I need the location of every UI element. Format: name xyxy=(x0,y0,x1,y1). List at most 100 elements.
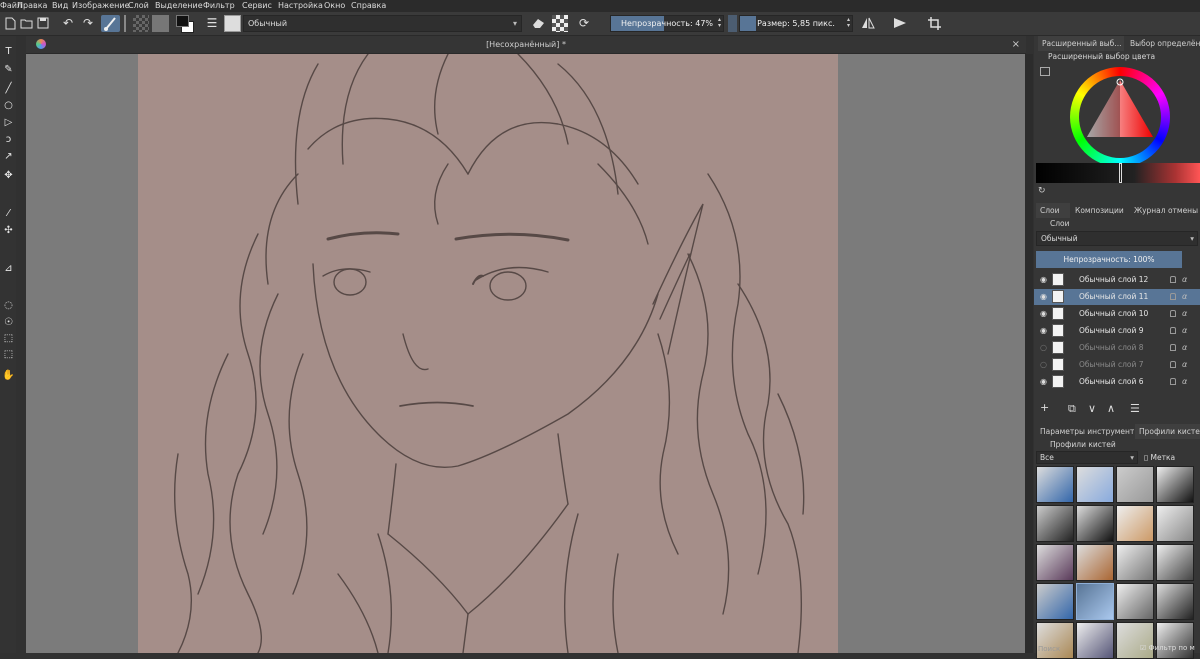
brush-preset-thumbnail[interactable] xyxy=(1156,505,1194,542)
fg-bg-color-icon[interactable] xyxy=(176,15,195,33)
opacity-lock-toggle[interactable] xyxy=(728,15,737,32)
freehand-path-icon[interactable]: ↗ xyxy=(2,150,15,164)
menu-image[interactable]: Изображение xyxy=(72,0,130,12)
alpha-inherit-icon[interactable]: α xyxy=(1182,306,1187,322)
measure-tool-icon[interactable]: ⊿ xyxy=(2,262,15,276)
calligraphy-tool-icon[interactable]: ✎ xyxy=(2,63,15,77)
lock-icon[interactable] xyxy=(1170,293,1176,300)
mirror-vertical-icon[interactable] xyxy=(892,15,908,31)
color-options-icon[interactable] xyxy=(1040,67,1050,76)
text-tool-icon[interactable]: T xyxy=(2,45,15,59)
layer-row[interactable]: ○ Обычный слой 7 α xyxy=(1034,357,1200,373)
brush-preset-thumbnail[interactable] xyxy=(1116,622,1154,659)
pan-hand-icon[interactable]: ✋ xyxy=(2,369,15,383)
brush-preset-thumbnail[interactable] xyxy=(1156,622,1194,659)
alpha-inherit-icon[interactable]: α xyxy=(1182,374,1187,390)
alpha-inherit-icon[interactable]: α xyxy=(1182,289,1187,305)
lock-icon[interactable] xyxy=(1170,276,1176,283)
tab-tool-options[interactable]: Параметры инструмента xyxy=(1036,424,1134,439)
brush-preset-thumbnail[interactable] xyxy=(1076,544,1114,581)
alpha-inherit-icon[interactable]: α xyxy=(1182,357,1187,373)
lock-icon[interactable] xyxy=(1170,361,1176,368)
open-folder-icon[interactable] xyxy=(18,15,34,31)
layer-row[interactable]: ◉ Обычный слой 11 α xyxy=(1034,289,1200,305)
color-history-bar[interactable] xyxy=(1036,163,1200,183)
brush-preset-thumbnail[interactable] xyxy=(1036,622,1074,659)
layer-opacity-slider[interactable]: Непрозрачность: 100% xyxy=(1036,251,1182,268)
menu-window[interactable]: Окно xyxy=(324,0,345,12)
gradient-swatch[interactable] xyxy=(133,15,149,32)
lock-icon[interactable] xyxy=(1170,378,1176,385)
blend-mode-select[interactable]: Обычный ▾ xyxy=(243,15,522,32)
brush-preset-thumbnail[interactable] xyxy=(1076,466,1114,503)
menu-layer[interactable]: Слой xyxy=(128,0,149,12)
smart-patch-icon[interactable]: ✣ xyxy=(2,224,15,238)
document-title[interactable]: [Несохранённый] * xyxy=(26,36,1026,53)
save-icon[interactable] xyxy=(35,15,51,31)
pattern-swatch[interactable] xyxy=(152,15,169,32)
tab-compositions[interactable]: Композиции xyxy=(1071,203,1129,218)
layer-blend-select[interactable]: Обычный ▾ xyxy=(1036,231,1198,246)
add-layer-icon[interactable]: + xyxy=(1040,401,1049,414)
brush-tag-filter[interactable]: Все ▾ xyxy=(1036,451,1138,464)
eye-icon[interactable]: ◉ xyxy=(1040,292,1049,301)
menu-help[interactable]: Справка xyxy=(351,0,386,12)
menu-tools[interactable]: Сервис xyxy=(242,0,272,12)
bezier-tool-icon[interactable]: ↄ xyxy=(2,133,15,147)
color-picker-icon[interactable]: ⁄ xyxy=(2,207,15,221)
brush-preset-thumbnail[interactable] xyxy=(1076,622,1114,659)
eye-hidden-icon[interactable]: ○ xyxy=(1040,360,1049,369)
refresh-icon[interactable]: ↻ xyxy=(1038,186,1046,196)
brush-settings-icon[interactable]: ☰ xyxy=(204,15,220,31)
duplicate-layer-icon[interactable]: ⧉ xyxy=(1068,402,1076,416)
layer-row[interactable]: ◉ Обычный слой 12 α xyxy=(1034,272,1200,288)
lock-icon[interactable] xyxy=(1170,310,1176,317)
brush-preset-thumbnail[interactable] xyxy=(1156,544,1194,581)
spin-arrows-icon[interactable]: ▴ ▾ xyxy=(718,17,721,29)
eye-icon[interactable]: ◉ xyxy=(1040,377,1049,386)
tab-brush-presets[interactable]: Профили кистей xyxy=(1135,424,1200,439)
size-slider[interactable]: Размер: 5,85 пикс. ▴ ▾ xyxy=(739,15,853,32)
filter-by-tag-checkbox[interactable]: ☑ Фильтр по м xyxy=(1140,644,1195,652)
mirror-horizontal-icon[interactable] xyxy=(860,15,876,31)
opacity-slider[interactable]: Непрозрачность: 47% ▴ ▾ xyxy=(610,15,724,32)
color-slider-handle[interactable] xyxy=(1119,163,1122,183)
line-tool-icon[interactable]: ╱ xyxy=(2,82,15,96)
menu-settings[interactable]: Настройка xyxy=(278,0,323,12)
layer-row[interactable]: ◉ Обычный слой 9 α xyxy=(1034,323,1200,339)
menu-edit[interactable]: Правка xyxy=(17,0,47,12)
ellipse-select-icon[interactable]: ◌ xyxy=(2,299,15,313)
ellipse-tool-icon[interactable]: ○ xyxy=(2,99,15,113)
tab-undo-history[interactable]: Журнал отмены xyxy=(1130,203,1200,218)
tab-specific-color[interactable]: Выбор определённ... xyxy=(1126,36,1200,51)
alpha-inherit-icon[interactable]: α xyxy=(1182,323,1187,339)
brush-preset-thumbnail[interactable] xyxy=(1156,466,1194,503)
undo-icon[interactable]: ↶ xyxy=(60,15,76,31)
color-wheel[interactable] xyxy=(1070,67,1170,167)
brush-preset-thumbnail[interactable] xyxy=(1036,505,1074,542)
redo-icon[interactable]: ↷ xyxy=(80,15,96,31)
brush-search-field[interactable]: Поиск xyxy=(1038,645,1060,653)
layer-row[interactable]: ◉ Обычный слой 6 α xyxy=(1034,374,1200,390)
brush-preset-thumbnail[interactable] xyxy=(1116,505,1154,542)
new-document-icon[interactable] xyxy=(2,15,18,31)
eye-icon[interactable]: ◉ xyxy=(1040,309,1049,318)
close-icon[interactable]: × xyxy=(1012,36,1020,53)
menu-filter[interactable]: Фильтр xyxy=(203,0,235,12)
bezier-select-icon[interactable]: ⬚ xyxy=(2,348,15,362)
brush-preset-thumbnail[interactable] xyxy=(1116,544,1154,581)
spin-arrows-icon[interactable]: ▴ ▾ xyxy=(847,17,850,29)
brush-preset-thumbnail[interactable] xyxy=(1076,505,1114,542)
contiguous-select-icon[interactable]: ⬚ xyxy=(2,332,15,346)
lock-icon[interactable] xyxy=(1170,327,1176,334)
tab-layers[interactable]: Слои xyxy=(1036,203,1070,218)
brush-preset-thumbnail[interactable] xyxy=(1036,466,1074,503)
vertical-scrollbar[interactable] xyxy=(1025,54,1033,653)
eye-hidden-icon[interactable]: ○ xyxy=(1040,343,1049,352)
brush-preset-thumbnail[interactable] xyxy=(1076,583,1114,620)
alpha-inherit-icon[interactable]: α xyxy=(1182,340,1187,356)
alpha-lock-icon[interactable] xyxy=(552,15,568,32)
brush-preset-thumbnail[interactable] xyxy=(1116,583,1154,620)
brush-preset-thumbnail[interactable] xyxy=(1116,466,1154,503)
canvas-viewport[interactable] xyxy=(26,54,1025,653)
